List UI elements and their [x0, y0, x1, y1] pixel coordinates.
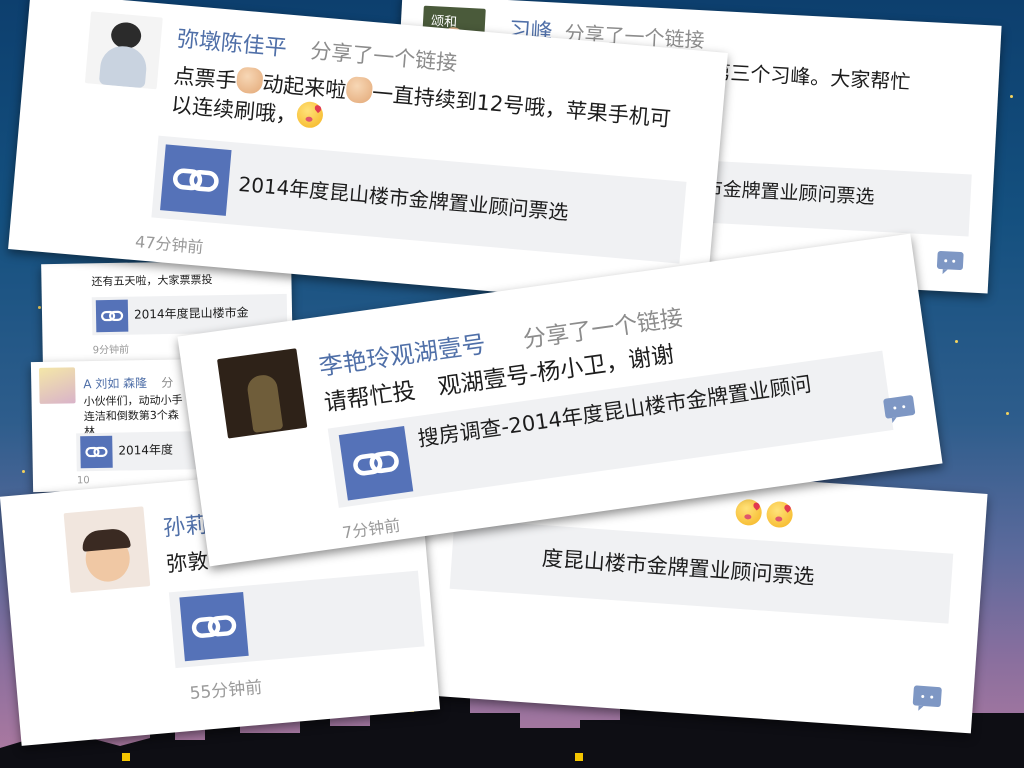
avatar[interactable]	[38, 367, 76, 404]
user-name[interactable]: 弥墩陈佳平	[176, 21, 288, 62]
emoji-group	[734, 498, 794, 529]
link-title: 度昆山楼市金牌置业顾问票选	[541, 546, 816, 590]
link-icon	[338, 425, 414, 501]
kiss-emoji-icon	[765, 500, 794, 529]
post-time: 7分钟前	[341, 515, 402, 543]
link-icon	[179, 591, 249, 662]
link-icon	[95, 299, 129, 333]
avatar-body	[98, 44, 149, 89]
user-name[interactable]: A 刘如 森隆	[83, 374, 147, 392]
comment-icon[interactable]	[912, 685, 942, 708]
comment-icon[interactable]	[936, 250, 964, 271]
share-label: 分	[161, 375, 174, 390]
link-title: 2014年度	[118, 442, 174, 458]
star	[38, 306, 41, 309]
avatar[interactable]	[217, 348, 308, 439]
avatar[interactable]	[63, 506, 151, 593]
avatar-hair	[110, 21, 143, 50]
share-label: 分享了一个链接	[309, 38, 459, 76]
avatar-figure	[245, 373, 284, 433]
star	[955, 340, 958, 343]
link-icon	[160, 144, 232, 216]
clapping-hands-emoji-icon	[345, 75, 374, 105]
post-time: 55分钟前	[188, 677, 264, 704]
message-text: 点票手	[172, 63, 238, 94]
comment-icon[interactable]	[883, 394, 916, 419]
post-message: 还有五天啦，大家票票投	[91, 273, 213, 289]
shared-link[interactable]: 度昆山楼市金牌置业顾问票选	[449, 518, 954, 624]
kiss-emoji-icon	[295, 101, 324, 130]
star	[1006, 412, 1009, 415]
kiss-emoji-icon	[734, 498, 763, 527]
post-message: 弥敦	[165, 548, 210, 577]
avatar[interactable]	[84, 11, 163, 90]
post-time: 47分钟前	[134, 232, 205, 257]
shared-link[interactable]	[168, 570, 425, 669]
link-title: 2014年度昆山楼市金牌置业顾问票选	[237, 171, 570, 225]
link-icon	[80, 435, 113, 469]
message-text: 动起来啦	[261, 71, 348, 103]
post-time: 10	[76, 475, 90, 487]
star	[1010, 95, 1013, 98]
link-title: 2014年度昆山楼市金	[133, 305, 249, 322]
avatar-hair	[81, 527, 131, 552]
raised-hand-emoji-icon	[235, 66, 264, 95]
post-time: 9分钟前	[92, 344, 130, 357]
star	[22, 470, 25, 473]
